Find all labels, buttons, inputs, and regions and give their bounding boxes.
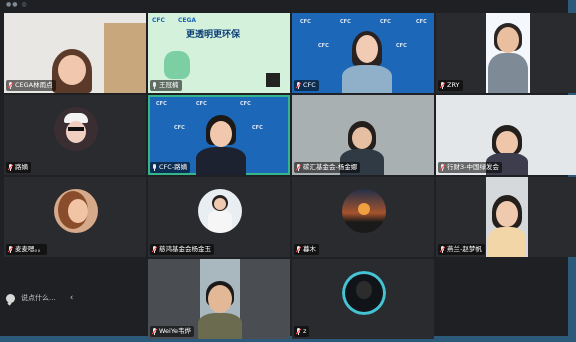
participant-name-tag: 碳汇基金会-杨金娜: [294, 162, 361, 173]
video-tile-active-speaker[interactable]: CFC CEGA 更透明更环保 王冠楠: [148, 13, 290, 93]
mic-muted-icon: [7, 246, 14, 253]
video-tile[interactable]: CEGA林雨点: [4, 13, 146, 93]
person-face: [496, 131, 518, 155]
person-face: [208, 285, 232, 313]
video-tile[interactable]: 暮木: [292, 177, 434, 257]
cfc-logo-icon: CFC: [196, 101, 207, 107]
cfc-logo-icon: CFC: [300, 19, 311, 25]
qr-code-icon: [266, 73, 280, 87]
person-face: [496, 201, 518, 227]
mic-icon: [152, 164, 157, 171]
chat-placeholder: 说点什么...: [21, 294, 56, 302]
mic-muted-icon: [439, 82, 446, 89]
participant-name-tag: z: [294, 326, 310, 337]
chevron-left-icon[interactable]: ‹: [70, 293, 74, 303]
person-face: [210, 121, 232, 147]
mic-muted-icon: [439, 246, 446, 253]
participant-name-tag: 燕兰-赵梦帆: [438, 244, 485, 255]
video-tile[interactable]: ZRY: [436, 13, 576, 93]
video-tile[interactable]: 麦麦嗯。。: [4, 177, 146, 257]
window-controls: ●● ◎: [6, 1, 28, 8]
avatar: [198, 189, 242, 233]
chat-bubble-icon: [6, 293, 15, 303]
mic-icon: [152, 82, 157, 89]
video-tile[interactable]: z: [292, 259, 434, 339]
cfc-logo-icon: CFC: [156, 101, 167, 107]
participant-name-tag: ZRY: [438, 80, 463, 91]
mic-muted-icon: [295, 246, 302, 253]
mic-muted-icon: [295, 164, 302, 171]
poster-mascot: [164, 51, 190, 79]
participant-name-tag: 王冠楠: [150, 80, 182, 91]
cfc-logo-icon: CFC: [396, 43, 407, 49]
participant-name-tag: CFC: [294, 80, 319, 91]
poster-brand-right: CEGA: [178, 17, 197, 24]
cfc-logo-icon: CFC: [174, 125, 185, 131]
avatar: [54, 189, 98, 233]
mic-muted-icon: [295, 82, 302, 89]
person-body: [488, 53, 528, 93]
participant-name-tag: 行财3-中国绿发会: [438, 162, 502, 173]
video-tile[interactable]: 行财3-中国绿发会: [436, 95, 576, 175]
poster-title: 更透明更环保: [186, 30, 241, 40]
cfc-logo-icon: CFC: [340, 19, 351, 25]
top-strip: ●● ◎: [0, 0, 576, 10]
poster-brand-left: CFC: [152, 17, 165, 24]
person-body: [196, 147, 246, 175]
participant-name-tag: 路嫡: [6, 162, 31, 173]
chat-input[interactable]: 说点什么... ‹: [6, 290, 73, 306]
participant-name-tag: WeiYe韦烨: [150, 326, 194, 337]
shelf: [104, 23, 146, 93]
person-face: [58, 55, 86, 85]
avatar: [54, 107, 98, 151]
person-body: [342, 65, 392, 93]
cfc-logo-icon: CFC: [380, 19, 391, 25]
video-tile[interactable]: 碳汇基金会-杨金娜: [292, 95, 434, 175]
video-tile[interactable]: 路嫡: [4, 95, 146, 175]
mic-muted-icon: [151, 246, 158, 253]
cfc-logo-icon: CFC: [416, 19, 427, 25]
video-tile[interactable]: CFC CFC CFC CFC CFC CFC CFC: [292, 13, 434, 93]
video-tile-speaking[interactable]: CFC CFC CFC CFC CFC CFC-路嫡: [148, 95, 290, 175]
mic-muted-icon: [151, 328, 158, 335]
person-body: [198, 313, 242, 339]
mic-muted-icon: [7, 82, 14, 89]
participant-name-tag: 麦麦嗯。。: [6, 244, 48, 255]
cfc-logo-icon: CFC: [318, 43, 329, 49]
video-tile[interactable]: 燕兰-赵梦帆: [436, 177, 576, 257]
person-face: [497, 27, 519, 53]
mic-muted-icon: [295, 328, 302, 335]
person-face: [356, 35, 378, 63]
participant-name-tag: 暮木: [294, 244, 319, 255]
avatar: [342, 271, 386, 315]
cfc-logo-icon: CFC: [240, 101, 251, 107]
participant-name-tag: CEGA林雨点: [6, 80, 56, 91]
mic-muted-icon: [7, 164, 14, 171]
person-body: [488, 227, 526, 257]
participant-name-tag: 慈鸿基金会杨金玉: [150, 244, 214, 255]
participant-name-tag: CFC-路嫡: [150, 162, 191, 173]
person-face: [352, 127, 372, 149]
mic-muted-icon: [439, 164, 446, 171]
video-tile[interactable]: 慈鸿基金会杨金玉: [148, 177, 290, 257]
cfc-logo-icon: CFC: [252, 125, 263, 131]
video-tile[interactable]: WeiYe韦烨: [148, 259, 290, 339]
avatar: [342, 189, 386, 233]
